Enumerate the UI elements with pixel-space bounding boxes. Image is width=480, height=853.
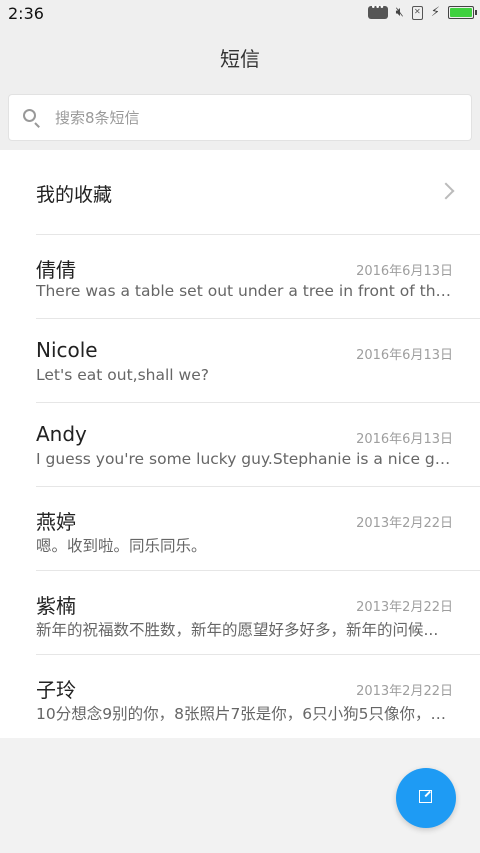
message-preview: 10分想念9别的你，8张照片7张是你，6只小狗5只像你，4... xyxy=(36,705,454,723)
chevron-right-icon xyxy=(437,182,455,200)
app-header: 短信 xyxy=(0,28,480,86)
status-time: 2:36 xyxy=(8,4,44,23)
message-date: 2016年6月13日 xyxy=(356,264,453,279)
battery-icon xyxy=(448,6,477,19)
contact-name: Andy xyxy=(36,422,87,446)
divider xyxy=(36,486,480,487)
search-bar xyxy=(0,86,480,150)
message-date: 2013年2月22日 xyxy=(356,516,453,531)
divider xyxy=(36,234,480,235)
message-notification-icon xyxy=(367,3,388,19)
conversation-row[interactable]: 子玲 2013年2月22日 10分想念9别的你，8张照片7张是你，6只小狗5只像… xyxy=(0,654,480,738)
search-icon xyxy=(23,108,41,128)
contact-name: 倩倩 xyxy=(36,258,76,282)
contact-name: 燕婷 xyxy=(36,510,76,534)
conversation-row[interactable]: Nicole 2016年6月13日 Let's eat out,shall we… xyxy=(0,318,480,402)
conversation-row[interactable]: 倩倩 2016年6月13日 There was a table set out … xyxy=(0,234,480,318)
message-date: 2016年6月13日 xyxy=(356,432,453,447)
message-preview: 新年的祝福数不胜数，新年的愿望好多好多，新年的问候... xyxy=(36,621,439,639)
contact-name: 紫楠 xyxy=(36,594,76,618)
no-sim-icon: ✕ xyxy=(411,5,423,20)
favorites-label: 我的收藏 xyxy=(36,184,113,206)
conversation-list: 我的收藏 倩倩 2016年6月13日 There was a table set… xyxy=(0,150,480,738)
conversation-row[interactable]: Andy 2016年6月13日 I guess you're some luck… xyxy=(0,402,480,486)
message-preview: I guess you're some lucky guy.Stephanie … xyxy=(36,450,454,468)
contact-name: Nicole xyxy=(36,338,98,362)
search-input[interactable] xyxy=(55,108,435,127)
contact-name: 子玲 xyxy=(36,678,76,702)
search-box[interactable] xyxy=(8,94,472,141)
message-date: 2013年2月22日 xyxy=(356,600,453,615)
message-preview: There was a table set out under a tree i… xyxy=(36,282,454,300)
divider xyxy=(36,318,480,319)
divider xyxy=(36,654,480,655)
status-bar: 2:36 🔇︎ ✕ ⚡︎ xyxy=(0,0,480,28)
message-date: 2013年2月22日 xyxy=(356,684,453,699)
favorites-row[interactable]: 我的收藏 xyxy=(0,150,480,234)
conversation-row[interactable]: 燕婷 2013年2月22日 嗯。收到啦。同乐同乐。 xyxy=(0,486,480,570)
charging-icon: ⚡︎ xyxy=(430,5,440,20)
message-preview: Let's eat out,shall we? xyxy=(36,366,209,384)
compose-icon xyxy=(419,790,432,803)
divider xyxy=(36,402,480,403)
message-date: 2016年6月13日 xyxy=(356,348,453,363)
conversation-row[interactable]: 紫楠 2013年2月22日 新年的祝福数不胜数，新年的愿望好多好多，新年的问候.… xyxy=(0,570,480,654)
compose-button[interactable] xyxy=(396,768,456,828)
status-icons: 🔇︎ ✕ ⚡︎ xyxy=(367,3,477,20)
message-preview: 嗯。收到啦。同乐同乐。 xyxy=(36,537,207,555)
battery-fill xyxy=(450,8,472,17)
page-title: 短信 xyxy=(220,46,260,71)
mute-icon: 🔇︎ xyxy=(395,5,404,20)
divider xyxy=(36,570,480,571)
